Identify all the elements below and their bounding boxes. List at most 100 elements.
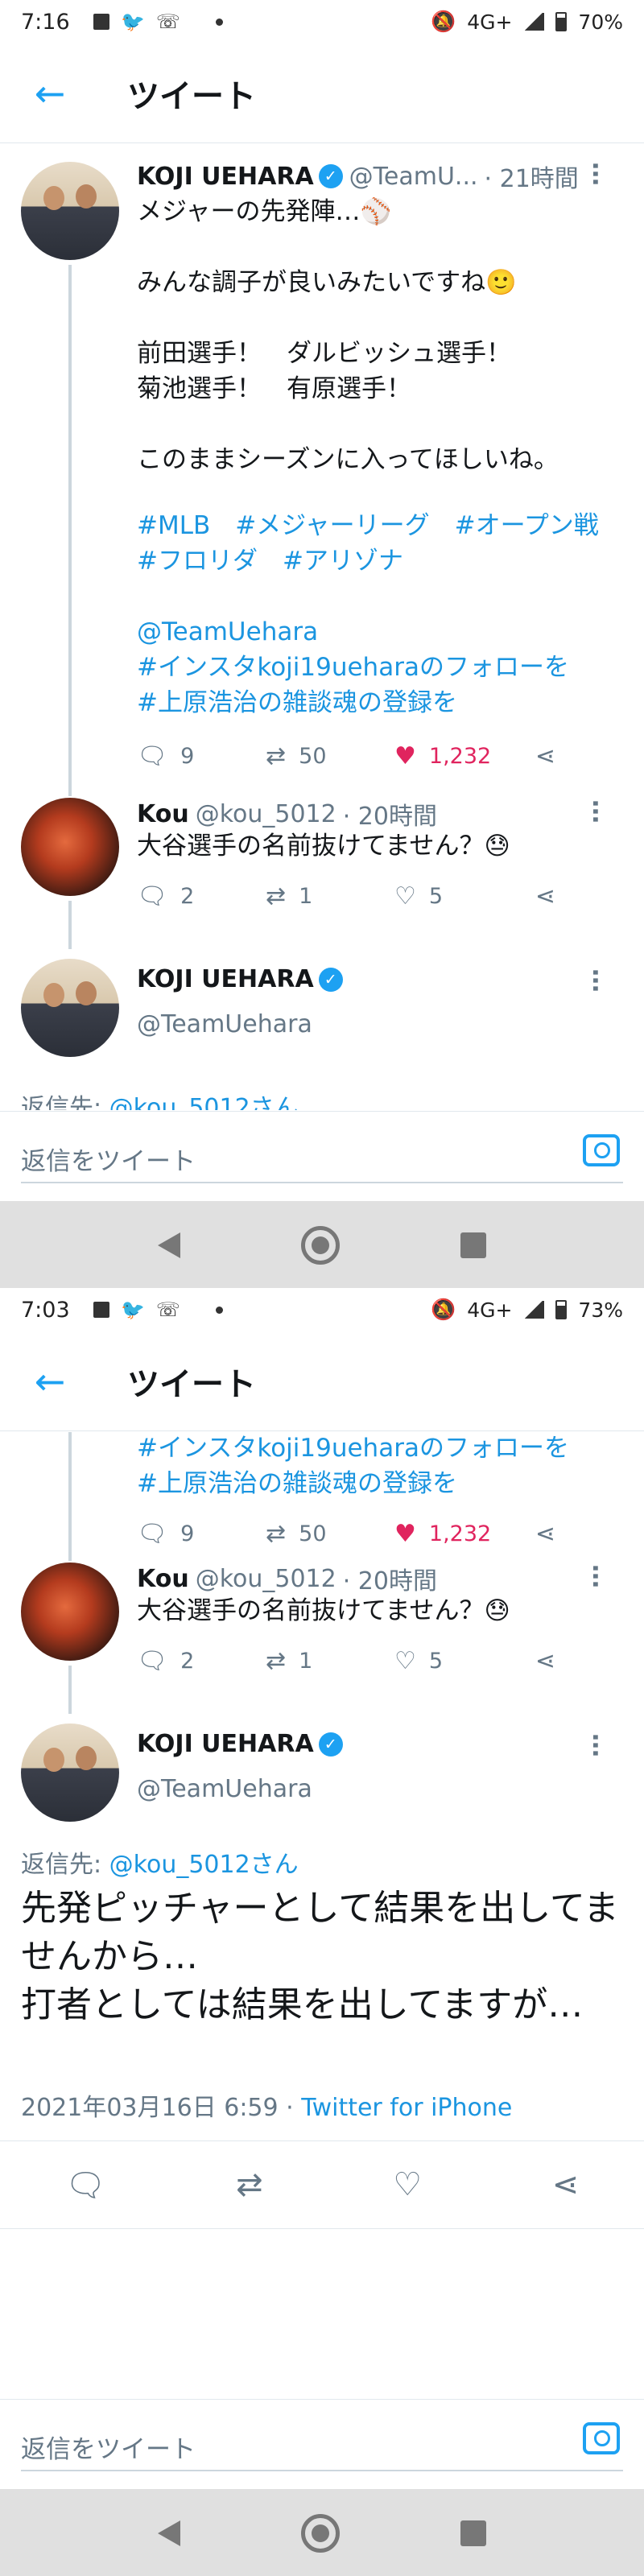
retweet-icon: ⇄: [266, 1519, 287, 1548]
share-icon[interactable]: ⋖: [552, 2166, 580, 2203]
arrow-left-icon[interactable]: ←: [24, 68, 76, 119]
arrow-left-icon[interactable]: ←: [24, 1356, 76, 1407]
author-name[interactable]: KOJI UEHARA: [137, 1730, 314, 1758]
tweet-time: · 21時間: [484, 165, 579, 193]
reply-tweet[interactable]: Kou @kou_5012 · 20時間 … 大谷選手の名前抜けてません？😓 🗨…: [0, 1553, 644, 1714]
hashtags-line[interactable]: #MLB #メジャーリーグ #オープン戦: [137, 508, 620, 543]
like-button[interactable]: ♥ 1,232: [394, 742, 523, 770]
nav-recents-icon[interactable]: [460, 1232, 486, 1258]
tweet-client[interactable]: Twitter for iPhone: [301, 2094, 512, 2122]
twitter-icon: 🐦: [121, 1298, 145, 1321]
author-handle[interactable]: @TeamU...: [349, 163, 478, 191]
notification-icons: 🐦 ☏: [93, 10, 223, 33]
mute-icon: 🔕: [431, 10, 456, 33]
more-icon[interactable]: …: [587, 1564, 615, 1589]
avatar[interactable]: [21, 959, 119, 1057]
more-icon[interactable]: …: [587, 162, 615, 187]
input-underline: [21, 2470, 623, 2471]
tweet-thread[interactable]: #インスタkoji19ueharaのフォローを #上原浩治の雑談魂の登録を 🗨 9…: [0, 1432, 644, 2390]
nav-recents-icon[interactable]: [460, 2520, 486, 2546]
author-name[interactable]: KOJI UEHARA: [137, 965, 314, 993]
reply-icon[interactable]: 🗨: [65, 2166, 106, 2204]
retweet-button[interactable]: ⇄ 1: [266, 882, 394, 910]
focused-tweet[interactable]: KOJI UEHARA ✓ @TeamUehara … 返信先: @kou_50…: [0, 1714, 644, 2390]
hashtags-line[interactable]: #上原浩治の雑談魂の登録を: [137, 1466, 620, 1501]
avatar[interactable]: [21, 162, 119, 260]
nav-back-icon[interactable]: [158, 1232, 180, 1258]
share-icon[interactable]: ⋖: [535, 882, 555, 910]
mention-link[interactable]: @TeamUehara: [137, 614, 620, 650]
reply-button[interactable]: 🗨 9: [137, 1520, 266, 1548]
reply-to-handle[interactable]: @kou_5012さん: [109, 1094, 299, 1110]
retweet-icon: ⇄: [266, 881, 287, 910]
status-right: 🔕 4G+ 73%: [431, 1298, 623, 1322]
tweet-text: 先発ピッチャーとして結果を出してませんから… 打者としては結果を出してますが…: [21, 1888, 619, 2025]
author-handle[interactable]: @kou_5012: [196, 800, 336, 828]
status-bar: 7:16 🐦 ☏ 🔕 4G+ 70%: [0, 0, 644, 43]
reply-composer[interactable]: 返信をツイート: [0, 2399, 644, 2487]
more-icon[interactable]: …: [587, 1733, 615, 1758]
camera-icon[interactable]: [583, 1134, 620, 1166]
like-button[interactable]: ♡ 5: [394, 882, 523, 910]
screenshot-top: 7:16 🐦 ☏ 🔕 4G+ 70% ← ツイート KOJI UEHARA ✓ …: [0, 0, 644, 1288]
retweet-icon[interactable]: ⇄: [236, 2166, 263, 2203]
author-name[interactable]: Kou: [137, 800, 189, 828]
avatar[interactable]: [21, 1724, 119, 1822]
status-time: 7:03: [21, 1297, 70, 1323]
retweet-button[interactable]: ⇄ 50: [266, 742, 394, 770]
author-handle[interactable]: @kou_5012: [196, 1565, 336, 1593]
author-name[interactable]: KOJI UEHARA: [137, 163, 314, 191]
share-icon[interactable]: ⋖: [535, 742, 555, 770]
android-nav-bar: [0, 2489, 644, 2576]
tweet-main[interactable]: KOJI UEHARA ✓ @TeamU... · 21時間 … メジャーの先発…: [0, 144, 644, 788]
reply-to-handle[interactable]: @kou_5012さん: [109, 1851, 299, 1879]
network-label: 4G+: [467, 1298, 513, 1322]
tweet-header: KOJI UEHARA ✓ @TeamU... · 21時間: [137, 159, 579, 194]
thread-line: [68, 1432, 72, 1553]
like-button[interactable]: ♥ 1,232: [394, 1520, 523, 1548]
tweet-thread[interactable]: KOJI UEHARA ✓ @TeamU... · 21時間 … メジャーの先発…: [0, 144, 644, 1110]
author-handle[interactable]: @TeamUehara: [137, 1775, 312, 1803]
hashtags-line[interactable]: #インスタkoji19ueharaのフォローを: [137, 1432, 620, 1466]
tweet-time: · 20時間: [342, 803, 437, 831]
verified-badge-icon: ✓: [318, 967, 343, 992]
camera-icon[interactable]: [583, 2422, 620, 2454]
reply-composer[interactable]: 返信をツイート: [0, 1111, 644, 1199]
reply-button[interactable]: 🗨 2: [137, 1647, 266, 1675]
tweet-main[interactable]: #インスタkoji19ueharaのフォローを #上原浩治の雑談魂の登録を 🗨 9…: [0, 1432, 644, 1553]
reply-button[interactable]: 🗨 9: [137, 742, 266, 770]
avatar[interactable]: [21, 1563, 119, 1661]
retweet-button[interactable]: ⇄ 1: [266, 1647, 394, 1675]
hashtags-line[interactable]: #インスタkoji19ueharaのフォローを: [137, 650, 620, 685]
author-handle[interactable]: @TeamUehara: [137, 1010, 312, 1038]
reply-tweet[interactable]: Kou @kou_5012 · 20時間 … 大谷選手の名前抜けてません？😓 🗨…: [0, 788, 644, 949]
tweet-header: KOJI UEHARA ✓: [137, 965, 343, 993]
reply-input[interactable]: 返信をツイート: [21, 1141, 196, 1177]
like-count: 1,232: [428, 743, 492, 769]
nav-back-icon[interactable]: [158, 2520, 180, 2546]
hashtags-line[interactable]: #上原浩治の雑談魂の登録を: [137, 685, 620, 720]
handle-row: @TeamUehara: [137, 1010, 312, 1038]
heart-icon: ♡: [394, 881, 416, 910]
retweet-button[interactable]: ⇄ 50: [266, 1520, 394, 1548]
reply-input[interactable]: 返信をツイート: [21, 2429, 196, 2465]
hashtags-line[interactable]: #フロリダ #アリゾナ: [137, 543, 620, 579]
nav-home-icon[interactable]: [301, 1226, 340, 1265]
notification-icons: 🐦 ☏: [93, 1298, 223, 1321]
page-title: ツイート: [127, 77, 256, 115]
battery-label: 73%: [578, 1298, 623, 1322]
share-icon[interactable]: ⋖: [535, 1520, 555, 1548]
focused-tweet[interactable]: KOJI UEHARA ✓ @TeamUehara … 返信先: @kou_50…: [0, 949, 644, 1110]
avatar[interactable]: [21, 798, 119, 896]
heart-icon[interactable]: ♡: [393, 2166, 422, 2203]
reply-button[interactable]: 🗨 2: [137, 882, 266, 910]
like-button[interactable]: ♡ 5: [394, 1647, 523, 1675]
nav-home-icon[interactable]: [301, 2514, 340, 2553]
heart-icon: ♡: [394, 1646, 416, 1675]
more-icon[interactable]: …: [587, 968, 615, 993]
more-icon[interactable]: …: [587, 799, 615, 824]
share-icon[interactable]: ⋖: [535, 1647, 555, 1675]
author-name[interactable]: Kou: [137, 1565, 189, 1593]
signal-icon: [523, 1301, 545, 1319]
retweet-icon: ⇄: [266, 741, 287, 770]
